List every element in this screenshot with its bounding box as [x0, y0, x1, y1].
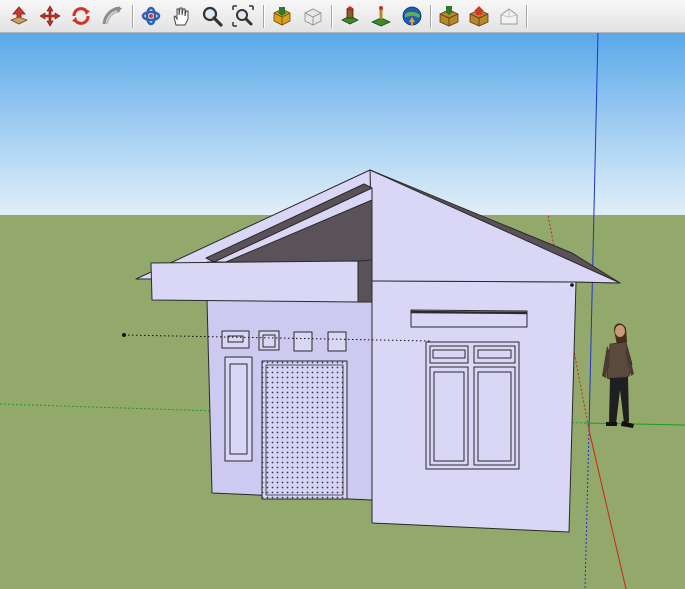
rotate-button[interactable]	[68, 3, 94, 29]
side-window-pane	[229, 363, 248, 455]
vent-1[interactable]	[221, 330, 250, 349]
toolbar-separator	[263, 5, 265, 28]
zoom-icon	[202, 6, 223, 27]
sketchup-window	[0, 0, 685, 589]
component-icon	[500, 8, 518, 25]
add-location-icon	[341, 6, 359, 25]
toolbar-separator	[331, 5, 333, 28]
move-button[interactable]	[37, 3, 63, 29]
porch-beam-front[interactable]	[150, 260, 359, 303]
add-location-button[interactable]	[337, 3, 363, 29]
window-transom-left	[429, 345, 469, 364]
pan-button[interactable]	[168, 3, 194, 29]
pan-hand-icon	[173, 7, 189, 26]
zoom-extents-icon	[232, 5, 254, 27]
toolbar-separator	[430, 5, 432, 28]
toggle-terrain-button[interactable]	[368, 3, 394, 29]
porch-beam-side	[357, 259, 373, 303]
front-door[interactable]	[261, 360, 348, 500]
toolbar	[0, 0, 685, 33]
vertex-point	[570, 283, 574, 287]
share-model-button[interactable]	[300, 3, 326, 29]
rotate-icon	[72, 7, 90, 25]
get-photo-texture-button[interactable]	[436, 3, 462, 29]
get-models-icon	[273, 7, 291, 26]
scene-canvas	[0, 33, 685, 589]
toolbar-separator	[526, 5, 528, 28]
vent-4[interactable]	[327, 331, 347, 352]
zoom-extents-button[interactable]	[230, 3, 256, 29]
share-component-button[interactable]	[466, 3, 492, 29]
share-model-icon	[304, 8, 322, 26]
window-sash-left[interactable]	[429, 366, 469, 466]
google-earth-icon	[402, 6, 422, 26]
window-canopy-edge	[410, 310, 528, 315]
photo-texture-icon	[439, 6, 459, 27]
orbit-icon	[141, 6, 161, 26]
push-pull-icon	[10, 6, 28, 25]
vent-3[interactable]	[293, 331, 313, 352]
preview-google-earth-button[interactable]	[399, 3, 425, 29]
orbit-button[interactable]	[138, 3, 164, 29]
follow-me-icon	[102, 6, 122, 25]
move-icon	[39, 5, 61, 27]
get-models-button[interactable]	[269, 3, 295, 29]
follow-me-button[interactable]	[99, 3, 125, 29]
toolbar-separator	[132, 5, 134, 28]
zoom-button[interactable]	[199, 3, 225, 29]
toggle-terrain-icon	[371, 6, 391, 27]
inference-point	[122, 333, 126, 337]
modeling-viewport[interactable]	[0, 33, 685, 589]
component-options-button[interactable]	[496, 3, 522, 29]
push-pull-button[interactable]	[6, 3, 32, 29]
share-component-icon	[469, 6, 489, 27]
window-sash-right[interactable]	[473, 366, 516, 466]
window-transom-right	[473, 345, 516, 364]
